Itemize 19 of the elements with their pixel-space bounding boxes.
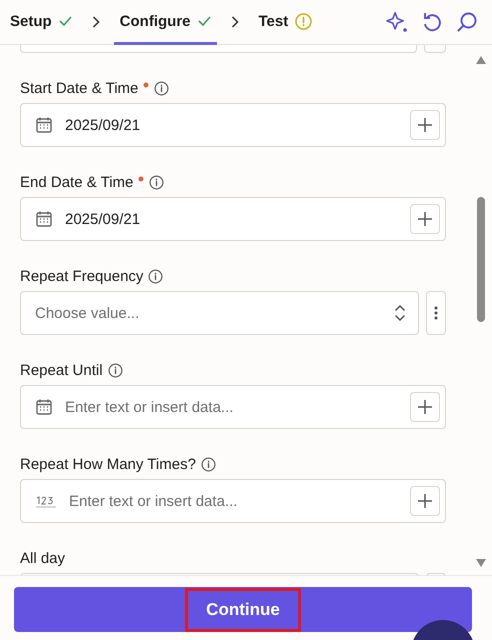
field-label: Repeat Until xyxy=(20,362,103,378)
step-tab[interactable]: Setup xyxy=(10,0,78,45)
number-field[interactable]: Enter text or insert data... xyxy=(20,479,446,523)
field-label: All day xyxy=(20,550,66,566)
placeholder-text: Choose value... xyxy=(35,304,140,322)
select-field[interactable]: Choose value... xyxy=(20,291,419,335)
field-label: Repeat How Many Times? xyxy=(20,456,196,472)
field-value: 2025/09/21 xyxy=(65,116,142,134)
step-tab[interactable]: Test xyxy=(252,0,318,45)
field-label: Repeat Frequency xyxy=(20,268,144,284)
continue-button[interactable]: Continue xyxy=(14,587,472,632)
date-field[interactable]: Enter text or insert data... xyxy=(20,385,446,429)
field-label: Start Date & Time xyxy=(20,80,138,96)
placeholder-text: Enter text or insert data... xyxy=(69,492,238,510)
date-field[interactable]: 2025/09/21 xyxy=(20,103,446,147)
field-value: 2025/09/21 xyxy=(65,210,142,228)
field-label: End Date & Time xyxy=(20,174,134,190)
date-field[interactable]: 2025/09/21 xyxy=(20,197,446,241)
placeholder-text: Enter text or insert data... xyxy=(65,398,234,416)
